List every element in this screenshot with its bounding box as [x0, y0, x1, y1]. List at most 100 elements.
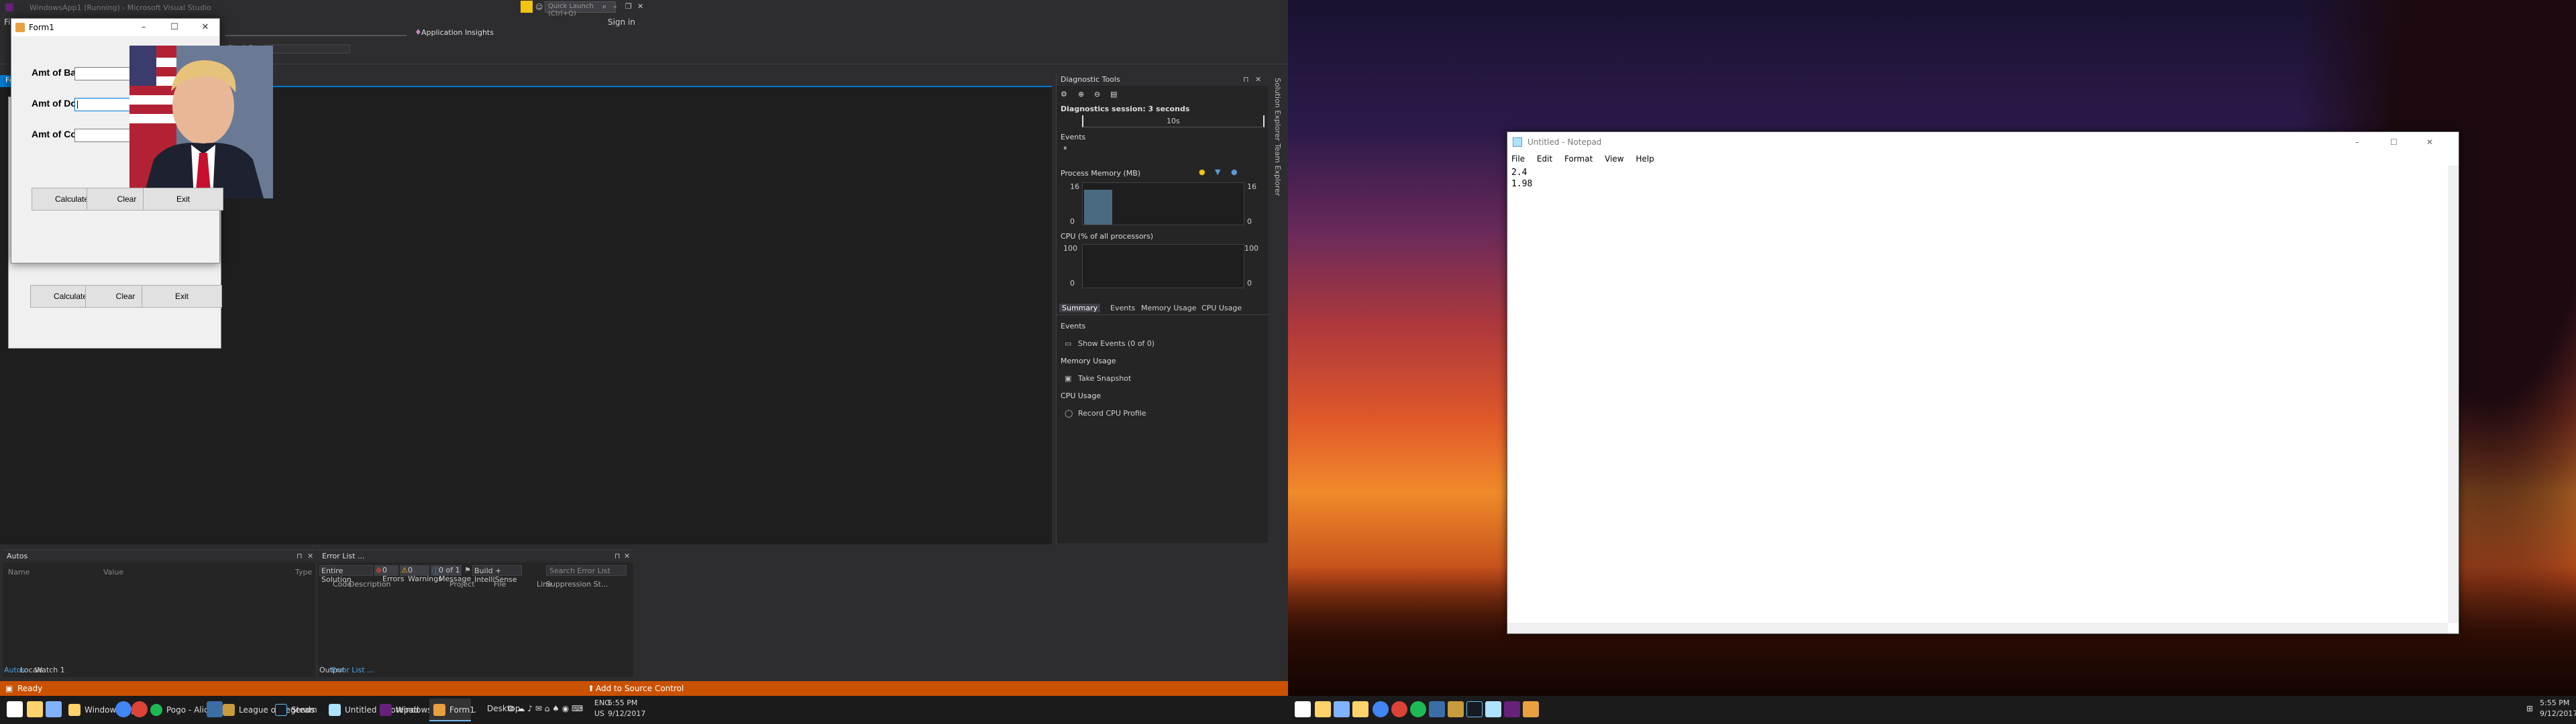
tab-team-explorer[interactable]: Team Explorer [1273, 143, 1282, 196]
side-vertical-tabs: Solution Explorer Team Explorer [1269, 74, 1288, 543]
cpu-chart[interactable] [1082, 244, 1244, 288]
form1-minimize-button[interactable]: – [128, 19, 159, 36]
app-icon-right[interactable] [1429, 701, 1445, 717]
minimize-icon[interactable]: – [613, 2, 617, 11]
notepad-menu-format[interactable]: Format [1564, 154, 1593, 164]
feedback-icon[interactable]: ☺ [535, 3, 543, 11]
steam-icon-right[interactable] [1466, 701, 1483, 717]
events-pause-icon[interactable]: ⏸ [1063, 143, 1067, 153]
lang-us[interactable]: US [594, 709, 604, 718]
tab-error-list[interactable]: Error List ... [331, 666, 374, 674]
scope-dropdown[interactable]: Entire Solution [319, 565, 373, 584]
memory-section-header[interactable]: Process Memory (MB) [1061, 169, 1140, 178]
zoom-out-icon[interactable]: ⊖ [1094, 90, 1100, 99]
notepad-menu-view[interactable]: View [1605, 154, 1623, 164]
take-snapshot-button[interactable]: Take Snapshot [1078, 374, 1131, 383]
errors-filter-button[interactable]: ⊗ 0 Errors [374, 565, 405, 583]
task-view-icon[interactable] [27, 701, 43, 717]
start-windows-icon[interactable] [7, 701, 23, 717]
notepad-menu-file[interactable]: File [1511, 154, 1525, 164]
tray-icons[interactable]: ⚙ ☁ ♪ ✉ ⌂ ♠ ◉ ⌨ [507, 704, 583, 713]
show-events-link[interactable]: Show Events (0 of 0) [1078, 339, 1155, 348]
notepad-menu-edit[interactable]: Edit [1537, 154, 1552, 164]
notepad-text-area[interactable]: 2.4 1.98 [1511, 167, 1532, 190]
chrome-icon-right[interactable] [1391, 701, 1407, 717]
notification-icon-right[interactable]: ⊞ [2526, 704, 2533, 713]
league-icon-right[interactable] [1448, 701, 1464, 717]
form1-close-button[interactable]: ✕ [190, 19, 221, 36]
visual-studio-icon-right[interactable] [1504, 701, 1520, 717]
taskbar-windowsapp1-running[interactable]: WindowsApp1 (Ru... [376, 699, 476, 721]
notification-flag-icon[interactable] [521, 1, 533, 13]
search-error-list-input[interactable]: Search Error List [546, 565, 627, 576]
file-explorer-icon[interactable] [46, 701, 62, 717]
notepad-minimize-button[interactable]: – [2355, 132, 2359, 152]
pin-icon[interactable]: ⊓ [1243, 74, 1249, 86]
notepad-icon-right[interactable] [1485, 701, 1501, 717]
col-file[interactable]: File [494, 580, 506, 589]
autos-pin-icon[interactable]: ⊓ [297, 550, 303, 562]
sign-in-link[interactable]: Sign in [608, 17, 635, 27]
taskbar-steam[interactable]: Steam [271, 699, 317, 721]
col-description[interactable]: Description [349, 580, 391, 589]
tab-solution-explorer[interactable]: Solution Explorer [1273, 78, 1282, 141]
notepad-vertical-scrollbar[interactable] [2448, 166, 2459, 623]
chrome-icon[interactable] [131, 701, 148, 717]
messages-filter-button[interactable]: ⓘ 0 of 1 Message [431, 565, 471, 583]
autos-col-value[interactable]: Value [103, 568, 123, 577]
diag-timeline[interactable]: 10s [1082, 115, 1265, 127]
taskbar-pogo[interactable]: Pogo - Alice [146, 699, 213, 721]
panel-close-icon[interactable]: ✕ [1255, 74, 1261, 86]
build-dropdown[interactable]: Build + IntelliSense [472, 565, 522, 584]
tab-events[interactable]: Events [1110, 304, 1135, 312]
clock-date-right[interactable]: 9/12/2017 [2540, 709, 2576, 718]
clock-date-left[interactable]: 9/12/2017 [608, 709, 645, 718]
notepad-menu-help[interactable]: Help [1635, 154, 1654, 164]
notepad-horizontal-scrollbar[interactable] [1507, 623, 2448, 634]
folder-icon-right[interactable] [1352, 701, 1368, 717]
autos-close-icon[interactable]: ✕ [307, 550, 313, 562]
taskbar-form1[interactable]: Form1 [429, 699, 475, 721]
stack-frame-dropdown[interactable] [264, 44, 350, 54]
close-icon[interactable]: ✕ [637, 2, 643, 11]
clock-time-left[interactable]: 5:55 PM [608, 699, 637, 707]
tab-summary[interactable]: Summary [1059, 304, 1101, 312]
taskbar-form1-label: Form1 [449, 705, 475, 715]
error-list-pin-icon[interactable]: ⊓ [614, 550, 621, 562]
record-cpu-profile-button[interactable]: Record CPU Profile [1078, 409, 1146, 418]
file-explorer-icon-right[interactable] [1334, 701, 1350, 717]
google-icon[interactable] [115, 701, 131, 717]
maximize-icon[interactable]: ❐ [625, 2, 632, 11]
taskbar-windowsapp1[interactable]: WindowsApp1 [64, 699, 142, 721]
col-project[interactable]: Project [449, 580, 475, 589]
start-windows-icon-right[interactable] [1295, 701, 1311, 717]
tab-watch1[interactable]: Watch 1 [35, 666, 65, 674]
application-insights-button[interactable]: Application Insights [421, 28, 494, 37]
add-to-source-control-button[interactable]: Add to Source Control [596, 681, 684, 696]
designer-exit-button[interactable]: Exit [142, 285, 222, 308]
tab-memory-usage[interactable]: Memory Usage [1141, 304, 1197, 312]
zoom-in-icon[interactable]: ⊕ [1078, 90, 1084, 99]
exit-button[interactable]: Exit [143, 188, 223, 210]
filter-icon[interactable]: ⚑ [464, 566, 471, 575]
form1-maximize-button[interactable]: ☐ [159, 19, 190, 36]
notepad-close-button[interactable]: ✕ [2426, 132, 2433, 152]
col-suppression-state[interactable]: Suppression St... [546, 580, 608, 589]
autos-col-name[interactable]: Name [8, 568, 30, 577]
clock-time-right[interactable]: 5:55 PM [2540, 699, 2569, 707]
form1-icon-right[interactable] [1523, 701, 1539, 717]
error-list-close-icon[interactable]: ✕ [624, 550, 630, 562]
task-view-icon-right[interactable] [1315, 701, 1331, 717]
search-icon[interactable]: ⌕ [602, 2, 606, 11]
memory-chart[interactable] [1082, 182, 1244, 225]
warnings-filter-button[interactable]: ⚠ 0 Warnings [400, 565, 442, 583]
autos-col-type[interactable]: Type [295, 568, 312, 577]
tab-cpu-usage[interactable]: CPU Usage [1201, 304, 1242, 312]
select-tools-icon[interactable]: ⚙ [1061, 90, 1067, 99]
cpu-section-header[interactable]: CPU (% of all processors) [1061, 232, 1153, 241]
events-section-header[interactable]: Events [1061, 133, 1085, 141]
notepad-maximize-button[interactable]: ☐ [2390, 132, 2398, 152]
google-icon-right[interactable] [1373, 701, 1389, 717]
reset-view-icon[interactable]: ▤ [1110, 90, 1117, 99]
spotify-icon-right[interactable] [1410, 701, 1426, 717]
